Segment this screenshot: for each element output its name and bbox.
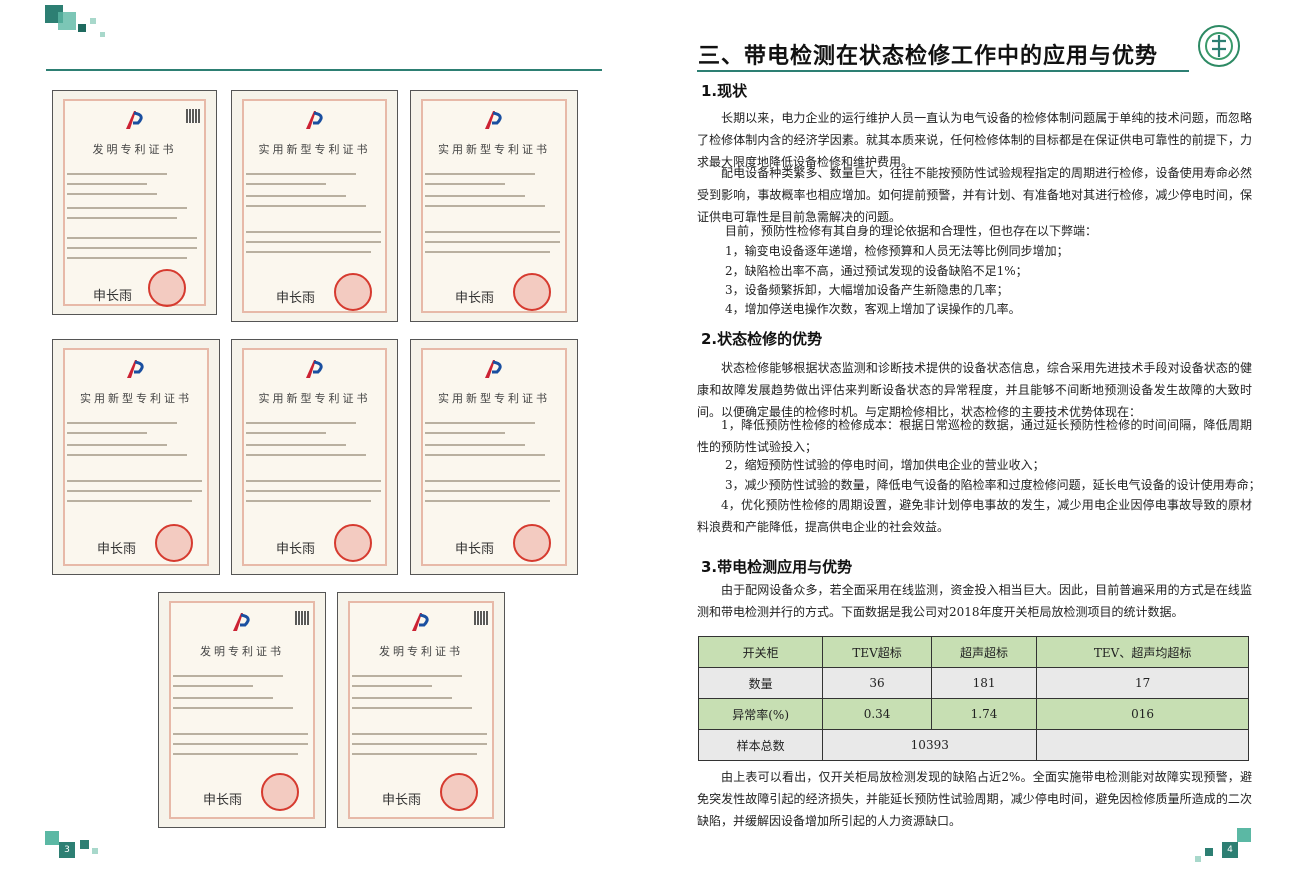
qr-code (295, 611, 309, 625)
certificate: 实用新型专利证书 申长雨 (231, 339, 398, 575)
patent-logo-icon (305, 111, 323, 129)
signature: 申长雨 (382, 793, 422, 808)
heading-status: 1.现状 (701, 82, 748, 100)
table-cell: 数量 (697, 667, 824, 699)
list-item: 3，减少预防性试验的数量，降低电气设备的陷检率和过度检修问题，延长电气设备的设计… (725, 478, 1261, 492)
page-number: 3 (59, 842, 75, 858)
table-cell: 17 (1036, 667, 1249, 699)
patent-logo-icon (125, 111, 143, 129)
table-cell: 181 (930, 667, 1038, 699)
header-rule-left (46, 69, 602, 71)
qr-code (186, 109, 200, 123)
table-header: TEV超标 (822, 636, 932, 668)
patent-logo-icon (485, 360, 502, 378)
deco-square (1195, 856, 1201, 862)
table-row: 异常率(%) 0.34 1.74 016 (697, 698, 1249, 730)
table-cell: 异常率(%) (697, 698, 824, 730)
table-cell: 1.74 (930, 698, 1038, 730)
patent-logo-icon (485, 111, 502, 129)
patent-logo-icon (305, 360, 323, 378)
deco-square (80, 840, 89, 849)
deco-square (100, 32, 105, 37)
list-item: 4，增加停送电操作次数，客观上增加了误操作的几率。 (725, 302, 1021, 316)
signature: 申长雨 (276, 542, 316, 557)
deco-square (45, 831, 59, 845)
certificate: 发明专利证书 申长雨 (158, 592, 326, 828)
certificate: 实用新型专利证书 申长雨 (410, 339, 578, 575)
list-item: 1，输变电设备逐年递增，检修预算和人员无法等比例同步增加； (725, 244, 1069, 258)
certificate: 实用新型专利证书 申长雨 (410, 90, 578, 322)
table-cell: 0.34 (822, 698, 932, 730)
table-cell: 36 (822, 667, 932, 699)
signature: 申长雨 (455, 542, 495, 557)
page-number: 4 (1222, 842, 1238, 858)
heading-advantage: 2.状态检修的优势 (701, 330, 823, 348)
red-seal-icon (155, 524, 193, 562)
heading-live-detection: 3.带电检测应用与优势 (701, 558, 853, 576)
signature: 申长雨 (93, 289, 133, 304)
table-header-row: 开关柜 TEV超标 超声超标 TEV、超声均超标 (697, 636, 1249, 668)
paragraph: 由于配网设备众多，若全面采用在线监测，资金投入相当巨大。因此，目前普遍采用的方式… (697, 583, 1252, 619)
header-rule-right (697, 70, 1189, 72)
red-seal-icon (261, 773, 299, 811)
certificate: 实用新型专利证书 申长雨 (231, 90, 398, 322)
certificate: 发明专利证书 申长雨 (52, 90, 217, 315)
deco-square (1205, 848, 1213, 856)
table-cell: 10393 (822, 729, 1038, 761)
certificate-title: 实用新型专利证书 (80, 392, 192, 405)
signature: 申长雨 (203, 793, 243, 808)
deco-square (78, 24, 86, 32)
signature: 申长雨 (276, 291, 316, 306)
patent-logo-icon (233, 613, 250, 631)
certificate: 发明专利证书 申长雨 (337, 592, 505, 828)
certificate-title: 发明专利证书 (200, 645, 284, 658)
table-cell: 016 (1036, 698, 1249, 730)
red-seal-icon (513, 524, 551, 562)
paragraph: 目前，预防性检修有其自身的理论依据和合理性，但也存在以下弊端： (725, 224, 1098, 238)
qr-code (474, 611, 488, 625)
list-item: 4，优化预防性检修的周期设置，避免非计划停电事故的发生，减少用电企业因停电事故导… (697, 498, 1252, 534)
section-title: 三、带电检测在状态检修工作中的应用与优势 (698, 44, 1159, 69)
signature: 申长雨 (455, 291, 495, 306)
table-cell: 样本总数 (697, 729, 824, 761)
red-seal-icon (440, 773, 478, 811)
deco-square (92, 848, 98, 854)
deco-square (90, 18, 96, 24)
red-seal-icon (148, 269, 186, 307)
list-item: 1，降低预防性检修的检修成本：根据日常巡检的数据，通过延长预防性检修的时间间隔，… (697, 418, 1252, 454)
patent-logo-icon (412, 613, 429, 631)
list-item: 2，缩短预防性试验的停电时间，增加供电企业的营业收入； (725, 458, 1045, 472)
red-seal-icon (513, 273, 551, 311)
certificate-title: 实用新型专利证书 (258, 392, 371, 405)
certificate-title: 发明专利证书 (379, 645, 463, 658)
certificate-title: 实用新型专利证书 (438, 392, 550, 405)
table-header: TEV、超声均超标 (1036, 636, 1249, 668)
signature: 申长雨 (97, 542, 137, 557)
company-emblem-icon (1198, 25, 1240, 67)
patent-logo-icon (127, 360, 144, 378)
statistics-table: 开关柜 TEV超标 超声超标 TEV、超声均超标 数量 36 181 17 异常… (697, 636, 1249, 761)
certificate: 实用新型专利证书 申长雨 (52, 339, 220, 575)
table-row: 数量 36 181 17 (697, 667, 1249, 699)
deco-square (1237, 828, 1251, 842)
certificate-title: 实用新型专利证书 (438, 143, 550, 156)
table-row: 样本总数 10393 (697, 729, 1249, 761)
red-seal-icon (334, 273, 372, 311)
paragraph: 由上表可以看出，仅开关柜局放检测发现的缺陷占近2%。全面实施带电检测能对故障实现… (697, 770, 1252, 828)
red-seal-icon (334, 524, 372, 562)
certificate-title: 实用新型专利证书 (258, 143, 371, 156)
table-header: 开关柜 (697, 636, 824, 668)
paragraph: 配电设备种类繁多、数量巨大，往往不能按预防性试验规程指定的周期进行检修，设备使用… (697, 166, 1252, 224)
certificate-title: 发明专利证书 (92, 143, 177, 156)
table-header: 超声超标 (930, 636, 1038, 668)
deco-square (58, 12, 76, 30)
